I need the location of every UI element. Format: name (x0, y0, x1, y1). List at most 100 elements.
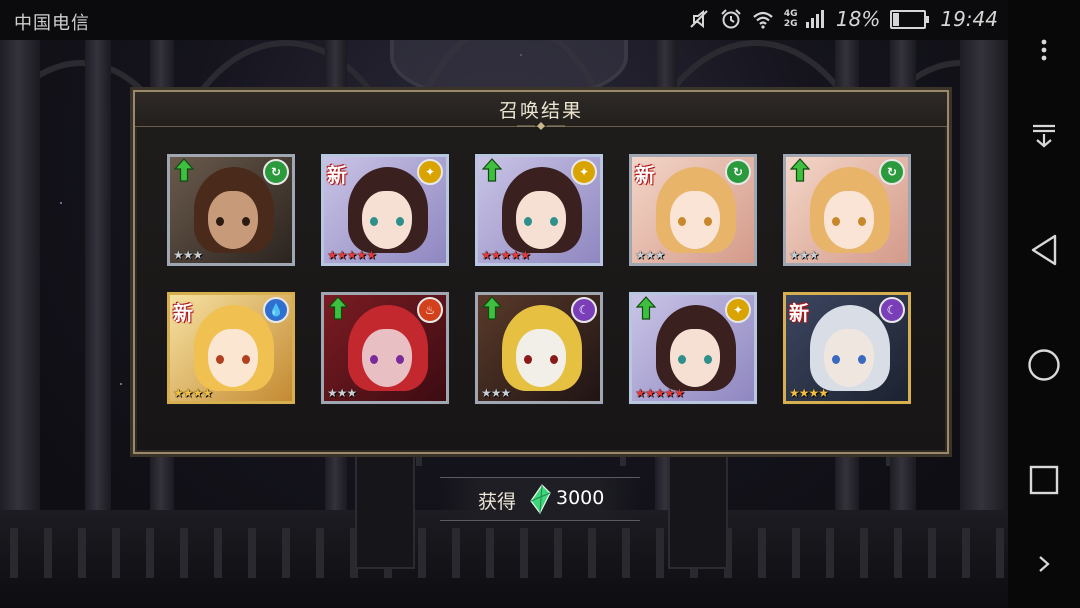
star-icon: ★ (346, 386, 358, 400)
expand-icon (1039, 556, 1050, 572)
star-icon: ★ (808, 386, 820, 400)
character-eye (216, 355, 224, 364)
character-eye (524, 217, 532, 226)
reward-value: 3000 (556, 487, 605, 509)
balcony-rail (622, 528, 630, 578)
green-crystal-icon (530, 484, 551, 514)
notification-pull-button[interactable] (1026, 118, 1062, 154)
mute-icon (690, 9, 708, 29)
balcony-rail (78, 528, 86, 578)
character-eye (242, 355, 250, 364)
summon-card[interactable]: ↻ ★ ★ ★ (783, 154, 911, 266)
star-icon: ★ (789, 386, 800, 400)
balcony-rail (860, 528, 868, 578)
expand-button[interactable] (1026, 546, 1062, 582)
new-badge: 新 (173, 301, 193, 325)
signal-icon (805, 10, 824, 28)
more-button[interactable] (1026, 32, 1062, 68)
up-arrow-icon (328, 296, 348, 320)
reward-banner: 获得 3000 (440, 477, 640, 521)
home-button[interactable] (1026, 347, 1062, 383)
recents-button[interactable] (1026, 462, 1062, 498)
balcony-rail (486, 528, 494, 578)
summon-result-dialog: 召唤结果 ↻ ★ ★ ★ 新 ✦ ★ ★ ★ ★ ★ ✦ ★ ★ ★ ★ ★ 新 ↻ ★ ★ ★ ↻ ★ ★ ★ 新 💧 ★ ★ ★ ★ ♨ ★ ★… (133, 90, 949, 454)
character-eye (216, 217, 224, 226)
character-eye (704, 355, 712, 364)
balcony-rail (452, 528, 460, 578)
character-eye (858, 355, 866, 364)
water-element-icon: 💧 (263, 297, 289, 323)
summon-card[interactable]: ✦ ★ ★ ★ ★ ★ (475, 154, 603, 266)
star-icon: ★ (635, 386, 646, 400)
light-element-icon: ✦ (571, 159, 597, 185)
character-eye (396, 217, 404, 226)
star-icon: ★ (481, 386, 492, 400)
rarity-stars: ★ ★ ★ ★ ★ (481, 248, 531, 262)
new-badge: 新 (789, 301, 809, 325)
rarity-stars: ★ ★ ★ (173, 248, 203, 262)
star-icon: ★ (798, 248, 810, 262)
star-icon: ★ (510, 248, 521, 262)
summon-card[interactable]: 新 ☾ ★ ★ ★ ★ (783, 292, 911, 404)
star-icon: ★ (182, 248, 194, 262)
back-button[interactable] (1026, 232, 1062, 268)
alarm-icon (721, 9, 741, 29)
summon-card[interactable]: 新 ↻ ★ ★ ★ (629, 154, 757, 266)
star-icon: ★ (182, 386, 194, 400)
rarity-stars: ★ ★ ★ (789, 248, 820, 262)
star-icon: ★ (173, 386, 184, 400)
star-icon: ★ (327, 248, 338, 262)
star-icon: ★ (674, 386, 685, 400)
up-arrow-icon (790, 158, 810, 182)
star-icon: ★ (500, 248, 512, 262)
star-icon: ★ (336, 386, 348, 400)
balcony-rail (826, 528, 834, 578)
star-icon: ★ (520, 248, 531, 262)
summon-card[interactable]: 新 ✦ ★ ★ ★ ★ ★ (321, 154, 449, 266)
balcony-rail (112, 528, 120, 578)
card-grid: ↻ ★ ★ ★ 新 ✦ ★ ★ ★ ★ ★ ✦ ★ ★ ★ ★ ★ 新 ↻ ★ ★ ★ ↻ ★ ★ ★ 新 💧 ★ ★ ★ ★ ♨ ★ ★ ★ ☾ ★ ★ ★… (167, 154, 915, 404)
star-icon: ★ (654, 386, 666, 400)
balcony-rail (214, 528, 222, 578)
clock: 19:44 (940, 7, 998, 31)
balcony-rail (248, 528, 256, 578)
balcony-rail (962, 528, 970, 578)
light-element-icon: ✦ (417, 159, 443, 185)
notification-pull-icon (1033, 124, 1055, 148)
balcony-rail (894, 528, 902, 578)
balcony-rail (418, 528, 426, 578)
summon-card[interactable]: ✦ ★ ★ ★ ★ ★ (629, 292, 757, 404)
status-icons: 4G 2G 18% 19:44 (688, 7, 998, 31)
wind-element-icon: ↻ (879, 159, 905, 185)
wifi-icon (753, 11, 773, 29)
status-bar: 中国电信 4G 2G 18% 19:44 (0, 0, 1008, 40)
star-icon: ★ (202, 386, 213, 400)
character-eye (550, 355, 558, 364)
wall-plaque (668, 450, 728, 569)
title-ornament-icon (517, 122, 565, 130)
rarity-stars: ★ ★ ★ (327, 386, 358, 400)
star-icon: ★ (481, 248, 492, 262)
star-icon: ★ (654, 248, 666, 262)
up-arrow-icon (174, 158, 194, 182)
star-icon: ★ (192, 386, 204, 400)
summon-card[interactable]: ♨ ★ ★ ★ (321, 292, 449, 404)
game-scene: 召唤结果 ↻ ★ ★ ★ 新 ✦ ★ ★ ★ ★ ★ ✦ ★ ★ ★ ★ ★ 新 ↻ ★ ★ ★ ↻ ★ ★ ★ 新 💧 ★ ★ ★ ★ ♨ ★ ★… (0, 40, 1008, 608)
summon-card[interactable]: ↻ ★ ★ ★ (167, 154, 295, 266)
character-eye (396, 355, 404, 364)
star-icon: ★ (173, 248, 184, 262)
character-eye (524, 355, 532, 364)
dark-element-icon: ☾ (571, 297, 597, 323)
network-type-label: 4G 2G (783, 9, 798, 29)
star-icon: ★ (808, 248, 820, 262)
star-icon: ★ (500, 386, 512, 400)
dark-element-icon: ☾ (879, 297, 905, 323)
character-eye (832, 355, 840, 364)
character-eye (704, 217, 712, 226)
new-badge: 新 (635, 163, 655, 187)
summon-card[interactable]: ☾ ★ ★ ★ (475, 292, 603, 404)
summon-card[interactable]: 新 💧 ★ ★ ★ ★ (167, 292, 295, 404)
character-eye (370, 217, 378, 226)
balcony-rail (554, 528, 562, 578)
rarity-stars: ★ ★ ★ (481, 386, 512, 400)
